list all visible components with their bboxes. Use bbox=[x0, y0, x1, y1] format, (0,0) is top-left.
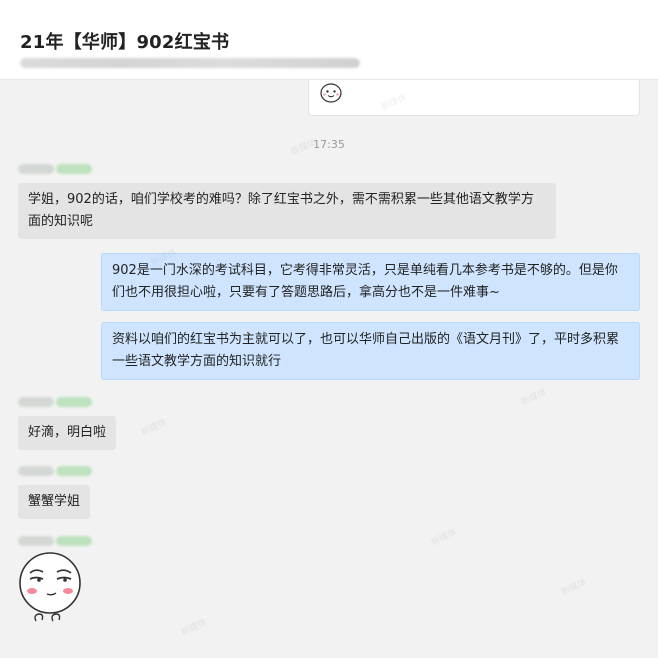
watermark: 新媒体 bbox=[139, 417, 169, 439]
sender-name-blurred bbox=[18, 536, 92, 546]
message-bubble-outgoing[interactable]: 902是一门水深的考试科目，它考得非常灵活，只是单纯看几本参考书是不够的。但是你… bbox=[101, 253, 640, 311]
watermark: 新媒体 bbox=[559, 577, 589, 599]
message-bubble-incoming[interactable]: 蟹蟹学姐 bbox=[18, 485, 91, 519]
sender-name-blurred bbox=[18, 397, 92, 407]
message-bubble-incoming[interactable]: 好滴，明白啦 bbox=[18, 416, 117, 450]
message-bubble-outgoing[interactable]: 资料以咱们的红宝书为主就可以了，也可以华师自己出版的《语文月刊》了，平时多积累一… bbox=[101, 322, 640, 380]
sender-name-blurred bbox=[18, 164, 92, 174]
watermark: 新媒体 bbox=[519, 387, 549, 409]
watermark: 新媒体 bbox=[429, 527, 459, 549]
previous-message-card[interactable] bbox=[308, 80, 640, 116]
watermark: 新媒体 bbox=[179, 617, 209, 639]
smug-face-sticker-icon[interactable] bbox=[16, 551, 86, 627]
sender-name-blurred bbox=[18, 466, 92, 476]
blurred-subtitle bbox=[20, 58, 360, 68]
chat-header: 21年【华师】902红宝书 bbox=[0, 0, 658, 80]
smiley-face-icon bbox=[320, 83, 342, 103]
chat-title: 21年【华师】902红宝书 bbox=[20, 32, 230, 53]
message-bubble-incoming[interactable]: 学姐，902的话，咱们学校考的难吗？除了红宝书之外，需不需积累一些其他语文教学方… bbox=[18, 183, 556, 239]
message-timestamp: 17:35 bbox=[313, 138, 345, 151]
